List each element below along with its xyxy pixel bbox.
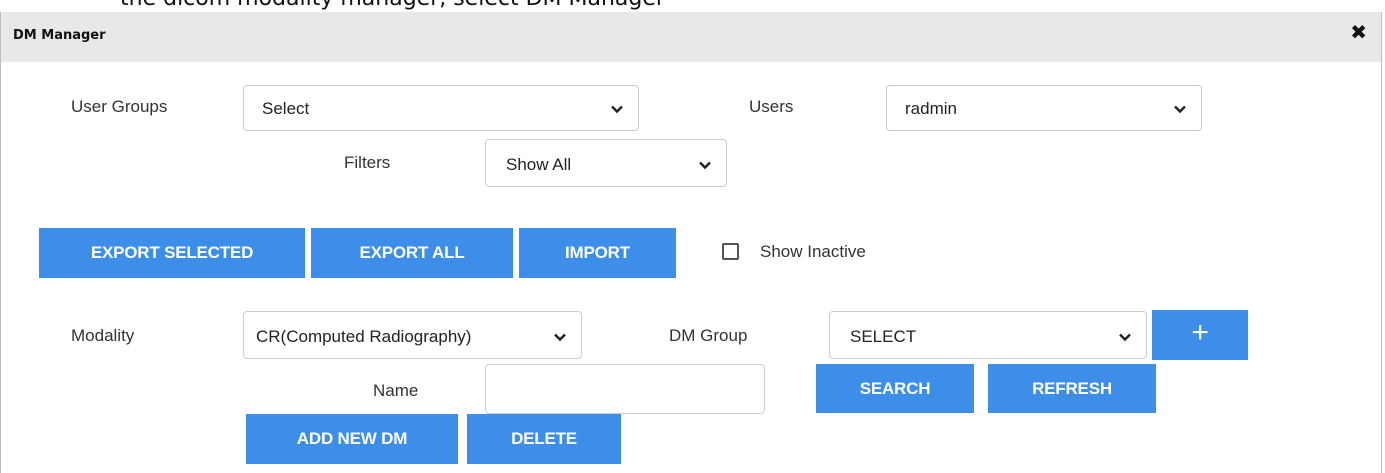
- name-input[interactable]: [485, 364, 765, 414]
- chevron-down-icon: [699, 161, 711, 170]
- chevron-down-icon: [554, 333, 566, 342]
- chevron-down-icon: [1119, 333, 1131, 342]
- modality-select[interactable]: CR(Computed Radiography): [243, 311, 582, 359]
- background-caption: the dicom modality manager, select DM Ma…: [120, 0, 665, 11]
- filters-value: Show All: [506, 155, 572, 174]
- show-inactive-label: Show Inactive: [760, 242, 866, 261]
- export-selected-button[interactable]: EXPORT SELECTED: [39, 228, 305, 278]
- users-value: radmin: [905, 99, 957, 118]
- users-label: Users: [749, 97, 794, 116]
- refresh-button[interactable]: REFRESH: [988, 364, 1156, 413]
- user-groups-value: Select: [262, 99, 310, 118]
- dm-group-select[interactable]: SELECT: [829, 311, 1147, 359]
- user-groups-select[interactable]: Select: [243, 85, 639, 131]
- chevron-down-icon: [611, 105, 623, 114]
- plus-icon: +: [1191, 316, 1209, 349]
- dm-group-label: DM Group: [669, 326, 748, 345]
- dialog-titlebar: DM Manager ✖: [1, 12, 1381, 62]
- modality-value: CR(Computed Radiography): [256, 327, 472, 346]
- export-all-button[interactable]: EXPORT ALL: [311, 228, 513, 278]
- dialog-title: DM Manager: [13, 28, 106, 43]
- filters-label: Filters: [344, 153, 391, 172]
- filters-select[interactable]: Show All: [485, 139, 727, 187]
- add-dm-group-button[interactable]: +: [1152, 310, 1248, 360]
- name-label: Name: [373, 381, 419, 400]
- users-select[interactable]: radmin: [886, 85, 1202, 131]
- dm-manager-dialog: DM Manager ✖ User Groups Select Users ra…: [0, 12, 1382, 473]
- close-icon[interactable]: ✖: [1350, 20, 1367, 44]
- modality-label: Modality: [71, 326, 135, 345]
- delete-button[interactable]: DELETE: [467, 414, 621, 464]
- import-button[interactable]: IMPORT: [519, 228, 676, 278]
- background-page-strip: the dicom modality manager, select DM Ma…: [0, 0, 1385, 12]
- chevron-down-icon: [1174, 105, 1186, 114]
- dm-group-value: SELECT: [850, 327, 917, 346]
- search-button[interactable]: SEARCH: [816, 364, 974, 413]
- user-groups-label: User Groups: [71, 97, 168, 116]
- add-new-dm-button[interactable]: ADD NEW DM: [246, 414, 458, 464]
- show-inactive-checkbox[interactable]: [722, 243, 739, 260]
